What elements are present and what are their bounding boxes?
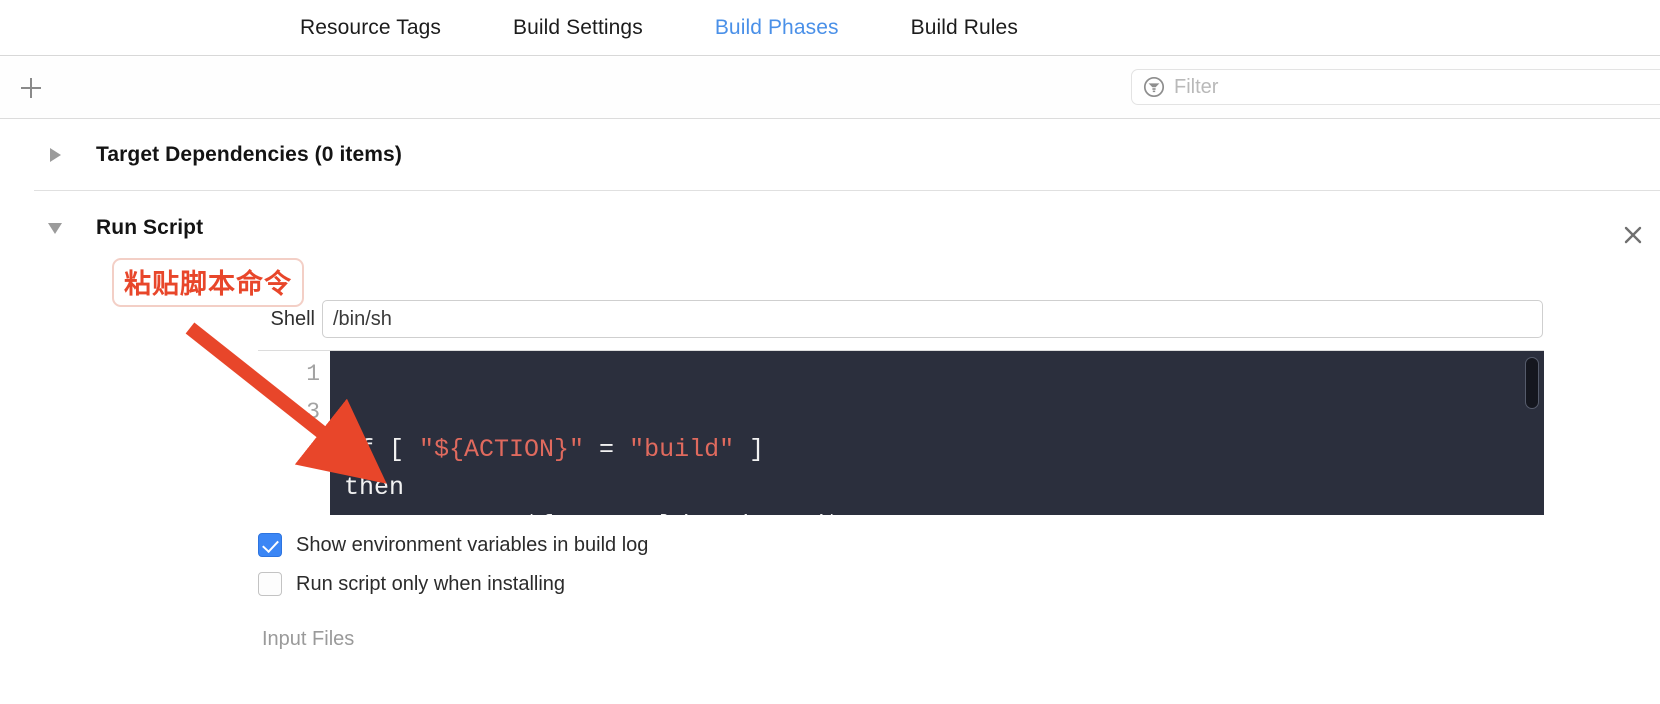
close-x-icon xyxy=(1622,224,1644,251)
plus-icon xyxy=(17,74,45,102)
triangle-down-icon[interactable] xyxy=(44,217,66,239)
option-label-show-env-vars: Show environment variables in build log xyxy=(296,533,649,556)
code-token: then xyxy=(344,473,405,502)
phase-row-target-dependencies[interactable]: Target Dependencies (0 items) xyxy=(0,135,1660,175)
code-token: = xyxy=(584,435,630,464)
code-vertical-scrollbar[interactable] xyxy=(1525,357,1539,409)
triangle-right-icon[interactable] xyxy=(44,144,66,166)
tab-build-rules[interactable]: Build Rules xyxy=(911,16,1018,40)
code-line: if [ "${ACTION}" = "build" ] xyxy=(344,431,1544,469)
filter-funnel-icon xyxy=(1142,75,1166,99)
shell-label: Shell xyxy=(270,307,315,330)
tab-list: Resource Tags Build Settings Build Phase… xyxy=(300,16,1090,40)
phase-title-run-script: Run Script xyxy=(96,216,204,239)
code-token: "${ACTION}" xyxy=(419,435,585,464)
xcode-build-phases-panel: Resource Tags Build Settings Build Phase… xyxy=(0,0,1660,704)
checkbox-checked-icon[interactable] xyxy=(258,533,282,557)
editor-tab-bar: Resource Tags Build Settings Build Phase… xyxy=(0,0,1660,56)
line-number: 3 xyxy=(306,399,320,425)
filter-placeholder-text: Filter xyxy=(1174,75,1219,98)
tab-build-settings[interactable]: Build Settings xyxy=(513,16,643,40)
input-files-section-label[interactable]: Input Files xyxy=(262,628,354,651)
checkbox-unchecked-icon[interactable] xyxy=(258,572,282,596)
code-token: if [ xyxy=(344,435,420,464)
code-token: INSTALL_DIR=${SRCROOT}/Products/$ xyxy=(344,511,839,515)
delete-run-script-button[interactable] xyxy=(1620,224,1646,250)
phase-divider xyxy=(34,190,1660,191)
line-number: 1 xyxy=(306,361,320,387)
option-run-when-installing[interactable]: Run script only when installing xyxy=(258,572,565,596)
code-token: "build" xyxy=(629,435,735,464)
annotation-callout: 粘贴脚本命令 xyxy=(112,258,304,307)
tab-resource-tags[interactable]: Resource Tags xyxy=(300,16,441,40)
shell-input[interactable]: /bin/sh xyxy=(322,300,1543,338)
phases-toolbar: Filter xyxy=(0,57,1660,119)
code-token: ] xyxy=(734,435,765,464)
option-label-run-when-installing: Run script only when installing xyxy=(296,572,566,595)
filter-input[interactable]: Filter xyxy=(1131,69,1660,105)
code-line: then xyxy=(344,469,1544,507)
phase-title-target-dependencies: Target Dependencies (0 items) xyxy=(96,143,402,166)
tab-build-phases[interactable]: Build Phases xyxy=(715,16,839,40)
code-lines: if [ "${ACTION}" = "build" ] then INSTALL_… xyxy=(344,431,1544,515)
code-line: INSTALL_DIR=${SRCROOT}/Products/$ xyxy=(344,507,1544,515)
code-text-area[interactable]: if [ "${ACTION}" = "build" ] then INSTALL_… xyxy=(330,351,1544,515)
code-gutter: 1 3 xyxy=(258,351,330,515)
script-code-editor[interactable]: 1 3 if [ "${ACTION}" = "build" ] then INST… xyxy=(258,350,1544,515)
phase-row-run-script[interactable]: Run Script xyxy=(0,208,1660,248)
option-show-env-vars[interactable]: Show environment variables in build log xyxy=(258,533,648,557)
add-build-phase-button[interactable] xyxy=(12,69,50,107)
